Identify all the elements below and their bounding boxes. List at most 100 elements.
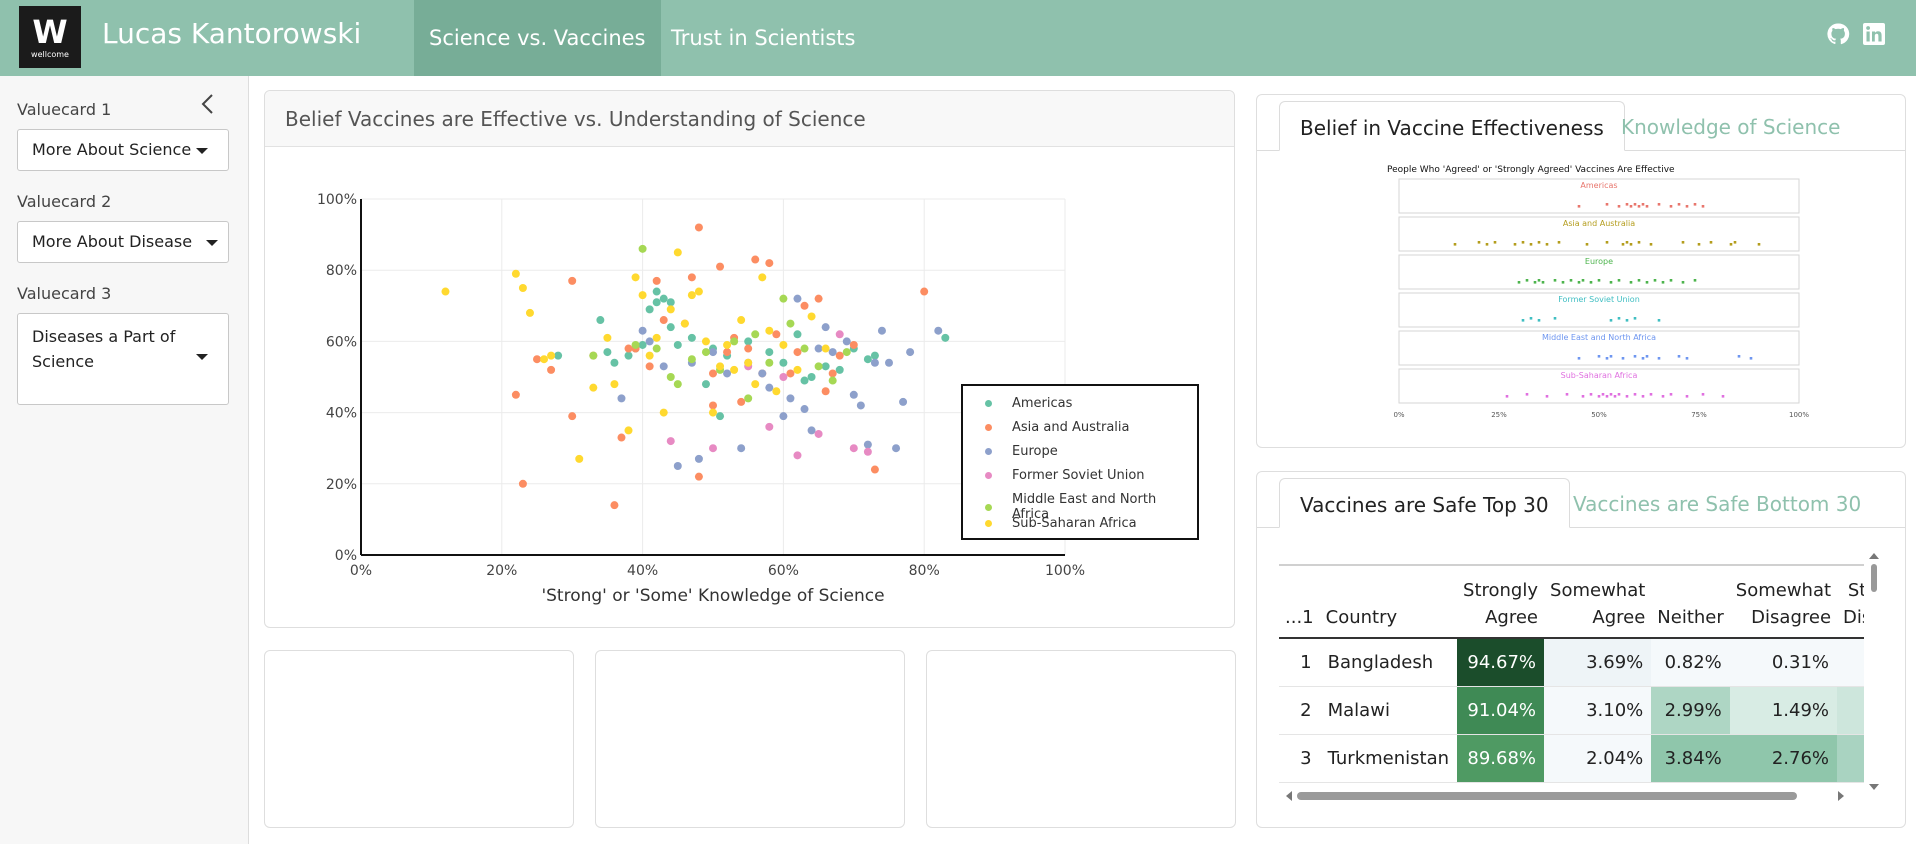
scatter-point[interactable] xyxy=(687,333,696,342)
scatter-point[interactable] xyxy=(709,369,717,378)
scatter-point[interactable] xyxy=(666,323,675,332)
facet-point[interactable] xyxy=(1609,355,1613,358)
scatter-point[interactable] xyxy=(800,405,809,414)
scatter-point[interactable] xyxy=(807,312,816,321)
valuecard-3-select[interactable]: Diseases a Part of Science xyxy=(17,313,229,405)
scatter-point[interactable] xyxy=(673,462,682,470)
facet-point[interactable] xyxy=(1661,395,1665,398)
scatter-point[interactable] xyxy=(603,333,612,342)
scatter-point[interactable] xyxy=(575,454,584,463)
facet-point[interactable] xyxy=(1617,393,1621,396)
facet-point[interactable] xyxy=(1637,279,1641,282)
scatter-point[interactable] xyxy=(730,365,739,374)
facet-point[interactable] xyxy=(1677,203,1681,206)
scatter-point[interactable] xyxy=(814,294,823,303)
scatter-point[interactable] xyxy=(694,223,703,232)
scatter-point[interactable] xyxy=(779,340,788,349)
facet-point[interactable] xyxy=(1553,317,1557,320)
facet-point[interactable] xyxy=(1637,241,1641,244)
facet-point[interactable] xyxy=(1629,205,1633,208)
legend-item-sub-saharan-africa[interactable]: Sub-Saharan Africa xyxy=(985,516,1137,531)
scatter-point[interactable] xyxy=(709,348,717,357)
scatter-point[interactable] xyxy=(814,429,823,438)
scatter-point[interactable] xyxy=(723,348,732,357)
facet-point[interactable] xyxy=(1633,355,1637,358)
scatter-point[interactable] xyxy=(673,380,682,389)
scatter-point[interactable] xyxy=(870,465,879,474)
facet-point[interactable] xyxy=(1609,281,1613,284)
facet-point[interactable] xyxy=(1477,241,1481,244)
scatter-point[interactable] xyxy=(751,330,760,339)
facet-point[interactable] xyxy=(1617,317,1621,320)
facet-point[interactable] xyxy=(1633,317,1637,320)
tab-vaccines-safe-bottom-30[interactable]: Vaccines are Safe Bottom 30 xyxy=(1553,478,1881,528)
facet-point[interactable] xyxy=(1525,393,1529,396)
scatter-point[interactable] xyxy=(765,348,774,357)
facet-point[interactable] xyxy=(1681,281,1685,284)
valuecard-2-select[interactable]: More About Disease xyxy=(17,221,229,263)
facet-point[interactable] xyxy=(1661,281,1665,284)
scatter-point[interactable] xyxy=(877,326,886,335)
scatter-point[interactable] xyxy=(821,344,830,353)
scatter-point[interactable] xyxy=(849,340,858,349)
scatter-point[interactable] xyxy=(793,330,802,339)
scatter-point[interactable] xyxy=(709,444,717,453)
scatter-point[interactable] xyxy=(779,373,788,381)
scatter-point[interactable] xyxy=(659,294,668,303)
facet-point[interactable] xyxy=(1625,395,1629,398)
scatter-point[interactable] xyxy=(821,387,830,396)
scatter-point[interactable] xyxy=(863,440,872,449)
facet-point[interactable] xyxy=(1453,243,1457,246)
facet-point[interactable] xyxy=(1757,243,1761,246)
legend-item-former-soviet-union[interactable]: Former Soviet Union xyxy=(985,468,1145,483)
scatter-point[interactable] xyxy=(765,422,774,431)
scatter-point[interactable] xyxy=(687,291,696,300)
scatter-point[interactable] xyxy=(687,355,696,364)
facet-point[interactable] xyxy=(1609,319,1613,322)
scatter-point[interactable] xyxy=(870,351,879,360)
scatter-point[interactable] xyxy=(525,308,534,317)
scatter-point[interactable] xyxy=(779,358,788,367)
facet-point[interactable] xyxy=(1737,355,1741,358)
scatter-point[interactable] xyxy=(835,351,844,360)
scatter-point[interactable] xyxy=(617,433,626,442)
facet-point[interactable] xyxy=(1493,241,1497,244)
scatter-point[interactable] xyxy=(793,294,802,303)
tab-vaccines-safe-top-30[interactable]: Vaccines are Safe Top 30 xyxy=(1279,478,1570,528)
scatter-point[interactable] xyxy=(772,330,781,339)
wellcome-logo[interactable]: W wellcome xyxy=(19,6,81,68)
scatter-point[interactable] xyxy=(934,326,943,335)
facet-point[interactable] xyxy=(1653,279,1657,282)
scatter-point[interactable] xyxy=(758,369,767,378)
facet-point[interactable] xyxy=(1589,281,1593,284)
scatter-point[interactable] xyxy=(779,412,788,421)
facet-point[interactable] xyxy=(1561,281,1565,284)
scatter-point[interactable] xyxy=(701,348,710,357)
facet-point[interactable] xyxy=(1505,395,1509,398)
scatter-point[interactable] xyxy=(800,376,809,385)
facet-point[interactable] xyxy=(1521,241,1525,244)
scatter-point[interactable] xyxy=(744,358,753,367)
facet-point[interactable] xyxy=(1537,279,1541,282)
facet-point[interactable] xyxy=(1581,395,1585,398)
scatter-point[interactable] xyxy=(666,373,675,381)
facet-point[interactable] xyxy=(1513,243,1517,246)
scatter-point[interactable] xyxy=(596,316,605,325)
facet-point[interactable] xyxy=(1645,355,1649,358)
facet-point[interactable] xyxy=(1733,241,1737,244)
scatter-point[interactable] xyxy=(863,355,872,364)
scatter-point[interactable] xyxy=(645,305,654,314)
scatter-point[interactable] xyxy=(807,426,816,435)
facet-point[interactable] xyxy=(1629,281,1633,284)
facet-point[interactable] xyxy=(1553,279,1557,282)
facet-point[interactable] xyxy=(1633,393,1637,396)
scatter-point[interactable] xyxy=(786,394,795,403)
scatter-point[interactable] xyxy=(793,451,802,460)
facet-point[interactable] xyxy=(1569,279,1573,282)
scatter-point[interactable] xyxy=(779,294,788,303)
scatter-point[interactable] xyxy=(610,380,619,389)
vaccines-safe-table[interactable]: ...1 Country Strongly Agree Somewhat Agr… xyxy=(1279,564,1864,786)
table-row[interactable]: 3Turkmenistan89.68%2.04%3.84%2.76%1.68% xyxy=(1279,734,1864,783)
scatter-point[interactable] xyxy=(800,344,809,353)
scatter-point[interactable] xyxy=(589,383,598,392)
